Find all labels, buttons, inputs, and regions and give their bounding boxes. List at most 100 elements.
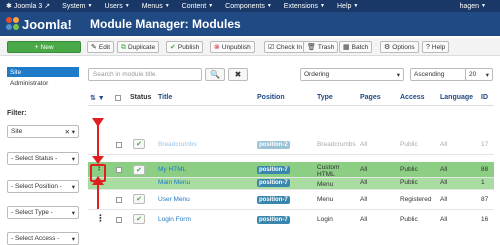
client-filter-select[interactable]: Site ✕ ▾ [7,125,79,138]
page-title: Module Manager: Modules [90,17,241,31]
unpublish-button[interactable]: ⊗ Unpublish [210,41,255,53]
row-title[interactable]: Login Form [158,216,191,223]
sidebar-item-site[interactable]: Site [7,67,79,77]
status-toggle[interactable]: ✔ [133,165,145,175]
row-type: Breadcrumbs [317,141,356,148]
position-filter-select[interactable]: - Select Position - ▾ [7,180,79,193]
check-in-button[interactable]: ☑ Check In [264,41,306,53]
chevron-down-icon: ▾ [485,71,489,79]
column-status[interactable]: Status [130,94,151,101]
sidebar-item-administrator[interactable]: Administrator [7,78,79,88]
status-toggle[interactable]: ✔ [133,194,145,204]
menu-components[interactable]: Components ▼ [219,3,278,10]
close-icon: ✖ [234,70,242,79]
publish-button[interactable]: ✔ Publish [166,41,204,53]
batch-icon: ▦ [343,43,350,51]
row-title[interactable]: Breadcrumbs [158,141,197,148]
type-filter-select[interactable]: - Select Type - ▾ [7,206,79,219]
ordering-sort-icon[interactable]: ⇅ ▼ [90,94,105,102]
check-icon: ✔ [133,194,145,204]
row-language: All [440,179,448,186]
ordering-select[interactable]: Ordering ▾ [300,68,404,81]
column-type[interactable]: Type [317,94,333,101]
caret-down-icon: ▼ [87,3,93,9]
row-pages: All [360,216,368,223]
row-type: Menu [317,181,334,188]
row-title[interactable]: User Menu [158,196,190,203]
drag-handle-icon[interactable]: ⋮ [96,213,105,224]
search-button[interactable]: 🔍 [205,68,225,81]
row-checkbox[interactable] [116,142,122,150]
new-button[interactable]: + New [7,41,81,53]
external-link-icon: ↗ [44,3,51,10]
caret-down-icon: ▼ [266,3,272,9]
row-access: Public [400,141,418,148]
page-header: Joomla! Module Manager: Modules [0,12,500,36]
joomla-logo: Joomla! [0,17,90,32]
column-pages[interactable]: Pages [360,94,381,101]
table-row-dragging[interactable]: ⋮ ✔ My HTML position-7 Custom HTML All P… [88,162,494,178]
menu-system[interactable]: System ▼ [56,3,98,10]
clear-icon[interactable]: ✕ ▾ [64,128,75,136]
plus-icon: + [34,43,39,51]
row-access: Public [400,216,418,223]
caret-down-icon: ▼ [208,3,214,9]
help-button[interactable]: ? Help [422,41,450,53]
column-access[interactable]: Access [400,94,425,101]
status-toggle[interactable]: ✔ [133,139,145,149]
search-input[interactable]: Search in module title. [88,68,202,81]
row-pages: All [360,166,368,173]
clear-search-button[interactable]: ✖ [228,68,248,81]
user-menu[interactable]: hagen ▼ [454,3,500,10]
arrow-head-down-icon [92,156,104,164]
menu-help[interactable]: Help ▼ [331,3,364,10]
duplicate-button[interactable]: ⧉ Duplicate [117,41,160,53]
table-row: ⋮ ✔ Login Form position-7 Login All Publ… [88,210,494,230]
column-id[interactable]: ID [481,94,488,101]
menu-menus[interactable]: Menus ▼ [136,3,176,10]
row-checkbox[interactable] [116,197,122,205]
row-title[interactable]: Main Menu [158,179,190,186]
drag-arrow-down-icon [97,181,99,209]
checkbox-icon: ☑ [268,43,275,51]
access-filter-select[interactable]: - Select Access - ▾ [7,232,79,245]
check-icon: ✔ [170,43,176,51]
row-type: Custom HTML [317,164,340,178]
joomla-icon: ✱ [6,3,12,10]
position-badge: position-7 [257,179,290,187]
table-row: ✔ User Menu position-7 Menu All Register… [88,190,494,210]
row-access: Registered [400,196,432,203]
row-language: All [440,216,448,223]
batch-button[interactable]: ▦ Batch [339,41,373,53]
column-title[interactable]: Title [158,94,172,101]
column-language[interactable]: Language [440,94,473,101]
column-position[interactable]: Position [257,94,285,101]
row-pages: All [360,179,368,186]
joomla-brand-link[interactable]: ✱ Joomla 3 ↗ [0,2,56,11]
check-icon: ✔ [133,139,145,149]
trash-button[interactable]: 🗑 Trash [303,41,339,53]
cancel-circle-icon: ⊗ [214,43,220,51]
row-checkbox[interactable] [116,167,122,175]
status-filter-select[interactable]: - Select Status - ▾ [7,152,79,165]
row-title[interactable]: My HTML [158,166,186,173]
menu-users[interactable]: Users ▼ [98,3,135,10]
row-type: Menu [317,196,334,203]
limit-select[interactable]: 20 ▾ [465,68,493,81]
table-header: ⇅ ▼ Status Title Position Type Pages Acc… [88,90,494,106]
drag-handle-highlight [90,164,106,182]
row-id: 87 [481,196,489,203]
options-button[interactable]: ⚙ Options [380,41,419,53]
menu-extensions[interactable]: Extensions ▼ [278,3,331,10]
trash-icon: 🗑 [307,43,316,51]
position-badge: position-7 [257,216,290,224]
row-pages: All [360,141,368,148]
copy-icon: ⧉ [121,43,126,51]
menu-content[interactable]: Content ▼ [176,3,219,10]
row-checkbox[interactable] [116,217,122,225]
check-icon: ✔ [133,165,145,175]
edit-button[interactable]: ✎ Edit [87,41,115,53]
select-all-checkbox[interactable] [115,95,121,103]
status-toggle[interactable]: ✔ [133,214,145,224]
top-menu-bar: ✱ Joomla 3 ↗ System ▼ Users ▼ Menus ▼ Conte… [0,0,500,12]
